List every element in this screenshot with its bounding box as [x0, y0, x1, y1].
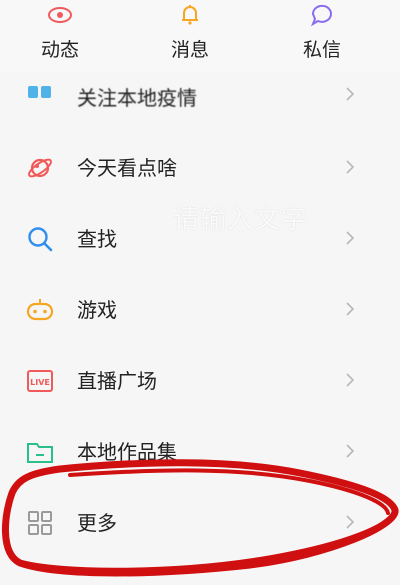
- menu-item-what-to-watch[interactable]: 今天看点啥: [0, 132, 400, 202]
- menu-item-local-epidemic[interactable]: 关注本地疫情: [0, 72, 400, 112]
- chevron-right-icon: [346, 160, 355, 174]
- planet-icon: [28, 158, 52, 178]
- menu-item-label: 直播广场: [77, 369, 157, 393]
- menu-item-label: 查找: [77, 227, 117, 251]
- chevron-right-icon: [346, 373, 355, 387]
- menu-item-label: 今天看点啥: [77, 156, 177, 180]
- menu-item-label: 游戏: [77, 298, 117, 322]
- local-icon: [28, 86, 51, 98]
- menu-item-search[interactable]: 查找: [0, 203, 400, 273]
- menu-item-label: 更多: [77, 511, 117, 535]
- chevron-right-icon: [346, 87, 355, 101]
- menu-item-live-plaza[interactable]: LIVE 直播广场: [0, 345, 400, 415]
- folder-icon: [27, 443, 53, 463]
- chevron-right-icon: [346, 302, 355, 316]
- menu-list: 关注本地疫情 今天看点啥 查找 游戏 LIVE 直播广场 本地作品集 更多: [0, 0, 400, 585]
- chevron-right-icon: [346, 515, 355, 529]
- gamepad-icon: [26, 299, 54, 321]
- grid-icon: [28, 511, 52, 535]
- chevron-right-icon: [346, 444, 355, 458]
- menu-item-more[interactable]: 更多: [0, 487, 400, 557]
- menu-item-label: 关注本地疫情: [77, 86, 197, 110]
- live-icon: LIVE: [27, 370, 53, 392]
- live-badge-text: LIVE: [30, 378, 50, 387]
- search-icon: [28, 227, 53, 252]
- chevron-right-icon: [346, 231, 355, 245]
- menu-item-label: 本地作品集: [77, 440, 177, 464]
- menu-item-local-collection[interactable]: 本地作品集: [0, 416, 400, 486]
- menu-item-games[interactable]: 游戏: [0, 274, 400, 344]
